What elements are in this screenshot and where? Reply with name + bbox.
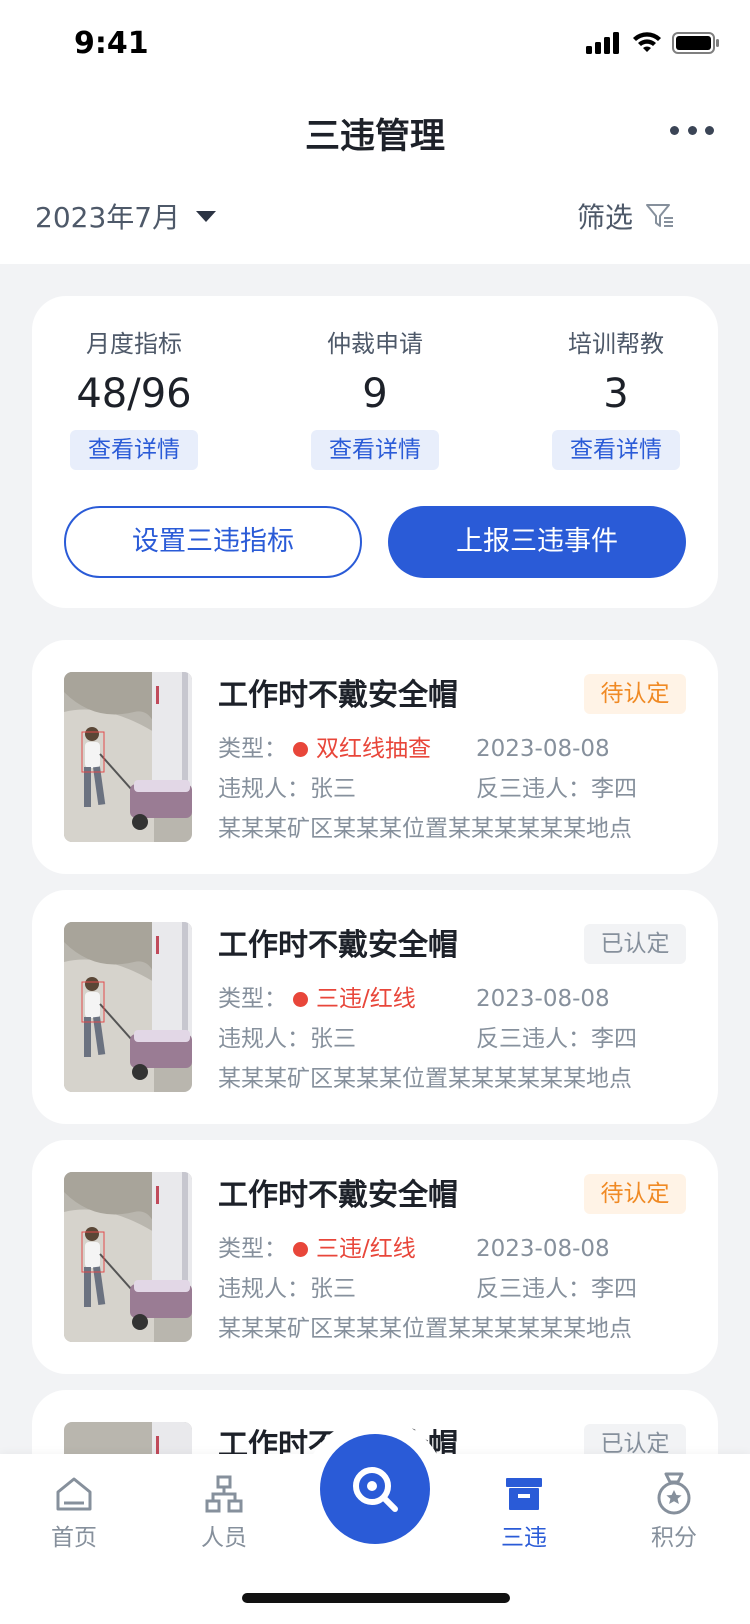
red-dot-icon (293, 992, 308, 1007)
reporter-label: 反三违人： (476, 776, 591, 802)
tab-points[interactable]: 积分 (624, 1472, 724, 1554)
stat-value: 3 (603, 371, 629, 417)
stat-arbitration: 仲裁申请 9 查看详情 (285, 326, 465, 470)
event-photo (64, 1172, 192, 1342)
more-dot-icon (687, 125, 697, 135)
violator-name: 张三 (310, 1026, 356, 1052)
event-card[interactable]: 工作时不戴安全帽 待认定 类型： 双红线抽查 2023-08-08 违规人：张三 … (32, 640, 718, 874)
status-bar: 9:41 (0, 0, 750, 90)
reporter-name: 李四 (591, 1026, 637, 1052)
report-event-button[interactable]: 上报三违事件 (388, 506, 686, 578)
status-badge: 待认定 (584, 674, 686, 714)
type-label: 类型： (218, 986, 287, 1012)
home-indicator (242, 1593, 510, 1603)
more-dot-icon (705, 125, 714, 135)
view-details-button[interactable]: 查看详情 (552, 430, 680, 470)
filter-row: 2023年7月 筛选 (0, 196, 750, 246)
event-date: 2023-08-08 (476, 736, 610, 762)
filter-icon (646, 204, 673, 227)
org-icon (205, 1475, 243, 1513)
stat-value: 9 (362, 371, 388, 417)
event-reporter: 反三违人：李四 (476, 1272, 637, 1306)
reporter-name: 李四 (591, 1276, 637, 1302)
type-value: 三违/红线 (316, 1236, 416, 1262)
medal-icon (657, 1472, 691, 1515)
event-violator: 违规人：张三 (218, 1272, 356, 1306)
stat-training: 培训帮教 3 查看详情 (526, 326, 706, 470)
month-label: 2023年7月 (35, 201, 181, 234)
event-photo (64, 922, 192, 1092)
event-title: 工作时不戴安全帽 (218, 928, 458, 963)
violator-name: 张三 (310, 1276, 356, 1302)
event-date: 2023-08-08 (476, 986, 610, 1012)
home-icon (56, 1477, 92, 1511)
wifi-icon (633, 32, 661, 52)
search-icon (353, 1467, 398, 1512)
reporter-label: 反三违人： (476, 1026, 591, 1052)
violator-label: 违规人： (218, 1026, 310, 1052)
stat-monthly-target: 月度指标 48/96 查看详情 (44, 326, 224, 470)
event-location: 某某某矿区某某某位置某某某某某某地点 (218, 1316, 632, 1342)
status-time: 9:41 (74, 26, 149, 61)
caret-down-icon (196, 210, 217, 222)
stat-label: 培训帮教 (568, 330, 664, 358)
page-title: 三违管理 (304, 117, 445, 157)
tab-home[interactable]: 首页 (24, 1472, 124, 1554)
red-dot-icon (293, 1242, 308, 1257)
stat-value: 48/96 (76, 371, 192, 417)
box-icon (506, 1478, 542, 1510)
red-dot-icon (293, 742, 308, 757)
event-location: 某某某矿区某某某位置某某某某某某地点 (218, 816, 632, 842)
filter-button[interactable]: 筛选 (577, 196, 675, 236)
event-reporter: 反三违人：李四 (476, 772, 637, 806)
type-label: 类型： (218, 1236, 287, 1262)
month-selector[interactable]: 2023年7月 (35, 196, 217, 236)
reporter-name: 李四 (591, 776, 637, 802)
event-reporter: 反三违人：李四 (476, 1022, 637, 1056)
event-card[interactable]: 工作时不戴安全帽 待认定 类型： 三违/红线 2023-08-08 违规人：张三 … (32, 1140, 718, 1374)
battery-icon (672, 32, 719, 54)
type-value: 三违/红线 (316, 986, 416, 1012)
type-value: 双红线抽查 (316, 736, 431, 762)
event-photo (64, 672, 192, 842)
event-violator: 违规人：张三 (218, 772, 356, 806)
event-date: 2023-08-08 (476, 1236, 610, 1262)
tab-violations[interactable]: 三违 (474, 1472, 574, 1554)
signal-icon (586, 32, 619, 54)
event-title: 工作时不戴安全帽 (218, 1178, 458, 1213)
view-details-button[interactable]: 查看详情 (311, 430, 439, 470)
filter-label: 筛选 (576, 201, 633, 234)
tab-label: 人员 (201, 1525, 247, 1551)
violator-label: 违规人： (218, 776, 310, 802)
event-location: 某某某矿区某某某位置某某某某某某地点 (218, 1066, 632, 1092)
type-label: 类型： (218, 736, 287, 762)
search-fab-button[interactable] (320, 1434, 430, 1544)
more-dot-icon (670, 125, 679, 135)
status-icons (586, 32, 720, 54)
set-target-button[interactable]: 设置三违指标 (64, 506, 362, 578)
tab-label: 三违 (501, 1525, 547, 1551)
event-type: 类型： 双红线抽查 (218, 732, 431, 766)
stat-label: 仲裁申请 (327, 330, 423, 358)
stat-label: 月度指标 (86, 330, 182, 358)
summary-card: 月度指标 48/96 查看详情 仲裁申请 9 查看详情 培训帮教 3 查看详情 … (32, 296, 718, 608)
event-title: 工作时不戴安全帽 (218, 678, 458, 713)
event-violator: 违规人：张三 (218, 1022, 356, 1056)
view-details-button[interactable]: 查看详情 (70, 430, 198, 470)
status-badge: 待认定 (584, 1174, 686, 1214)
status-badge: 已认定 (584, 924, 686, 964)
event-type: 类型： 三违/红线 (218, 982, 416, 1016)
tab-label: 首页 (51, 1525, 97, 1551)
more-menu-button[interactable] (670, 118, 714, 142)
violator-label: 违规人： (218, 1276, 310, 1302)
violator-name: 张三 (310, 776, 356, 802)
reporter-label: 反三违人： (476, 1276, 591, 1302)
tab-personnel[interactable]: 人员 (174, 1472, 274, 1554)
event-card[interactable]: 工作时不戴安全帽 已认定 类型： 三违/红线 2023-08-08 违规人：张三 … (32, 890, 718, 1124)
tab-label: 积分 (651, 1525, 697, 1551)
event-type: 类型： 三违/红线 (218, 1232, 416, 1266)
